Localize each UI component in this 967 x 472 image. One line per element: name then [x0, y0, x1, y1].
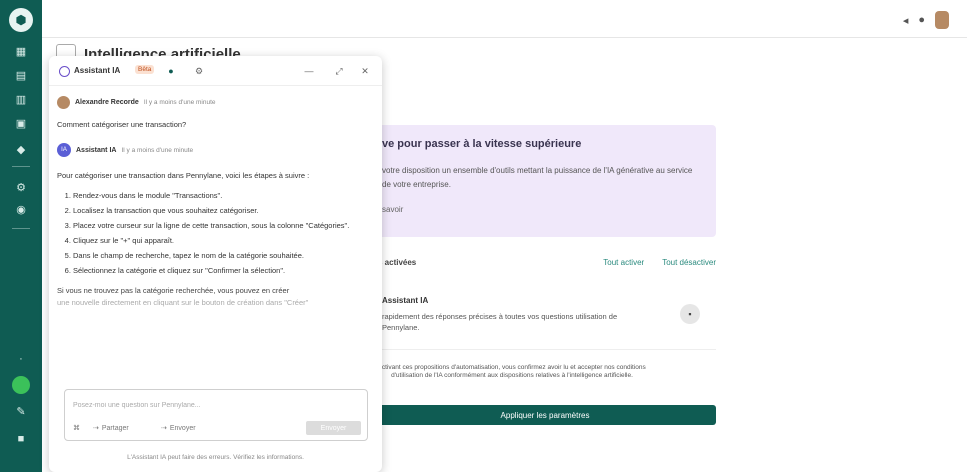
record-tool-label: Envoyer — [169, 424, 196, 432]
promo-body: votre disposition un ensemble d'outils m… — [382, 166, 693, 189]
user-avatar[interactable] — [935, 11, 949, 29]
user-name: Alexandre Recorde — [75, 99, 139, 106]
assistant-feature-card: Assistant IA rapidement des réponses pré… — [374, 282, 716, 350]
integrations-icon[interactable]: ◉ — [12, 200, 30, 218]
user-question: Comment catégoriser une transaction? — [57, 120, 187, 129]
answer-step: Cliquez sur le "+" qui apparaît. — [73, 235, 361, 247]
share-tool-label: Partager — [101, 424, 129, 432]
chat-input[interactable] — [73, 398, 353, 412]
deactivate-all-link[interactable]: Tout désactiver — [662, 258, 716, 267]
user-message-header: Alexandre Recorde Il y a moins d'une min… — [57, 96, 216, 109]
info-icon[interactable]: ● — [165, 65, 177, 77]
feature-description: rapidement des réponses précises à toute… — [382, 312, 618, 332]
chart-icon[interactable]: ◆ — [12, 140, 30, 158]
answer-step: Rendez-vous dans le module "Transactions… — [73, 190, 361, 202]
dashboard-icon[interactable]: ▦ — [12, 42, 30, 60]
edit-icon[interactable]: ✎ — [12, 402, 30, 420]
chat-footnote: L'Assistant IA peut faire des erreurs. V… — [127, 454, 304, 461]
share-tool[interactable]: ⇢ Partager — [93, 424, 129, 433]
feature-name: Assistant IA — [382, 296, 429, 305]
features-header: s activées Tout activer Tout désactiver — [378, 258, 716, 267]
answer-step: Localisez la transaction que vous souhai… — [73, 205, 361, 217]
assistant-avatar: IA — [57, 143, 71, 157]
notification-icon[interactable]: ● — [918, 14, 925, 26]
left-rail: ⬢ ▦ ▤ ▥ ▣ ◆ ⚙ ◉ · ✎ ■ — [0, 0, 42, 472]
rail-divider — [12, 166, 30, 167]
chat-input-box: ⌘ ⇢ Partager ⇢ Envoyer Envoyer — [64, 389, 368, 441]
assistant-answer: Pour catégoriser une transaction dans Pe… — [57, 170, 361, 309]
legal-notice: activant ces propositions d'automatisati… — [378, 364, 646, 379]
answer-followup-faded: une nouvelle directement en cliquant sur… — [57, 298, 309, 307]
settings-icon[interactable]: ⚙ — [12, 178, 30, 196]
minimize-icon[interactable]: — — [303, 65, 315, 77]
assistant-timestamp: Il y a moins d'une minute — [121, 146, 194, 154]
chat-header: Assistant IA Bêta ● ⚙ — ⤢ ✕ — [49, 56, 382, 86]
close-icon[interactable]: ✕ — [359, 65, 371, 77]
answer-intro: Pour catégoriser une transaction dans Pe… — [57, 171, 310, 180]
settings-icon[interactable]: ⚙ — [193, 65, 205, 77]
topbar-tools: ◂ ● — [903, 11, 949, 29]
help-icon[interactable]: · — [12, 350, 30, 368]
assistant-name: Assistant IA — [76, 146, 117, 154]
share-icon[interactable]: ◂ — [903, 14, 909, 27]
bank-icon[interactable]: ▥ — [12, 90, 30, 108]
wallet-icon[interactable]: ▣ — [12, 114, 30, 132]
expand-icon[interactable]: ⤢ — [333, 65, 345, 77]
account-icon[interactable]: ■ — [12, 430, 30, 448]
app-logo[interactable]: ⬢ — [9, 8, 33, 32]
apply-settings-button[interactable]: Appliquer les paramètres — [374, 405, 716, 425]
activate-all-link[interactable]: Tout activer — [603, 258, 644, 267]
ai-message-header: IA Assistant IA Il y a moins d'une minut… — [57, 143, 193, 157]
promo-title: ve pour passer à la vitesse supérieure — [382, 138, 582, 150]
answer-steps: Rendez-vous dans le module "Transactions… — [57, 190, 361, 277]
online-status-icon[interactable] — [12, 376, 30, 394]
answer-step: Dans le champ de recherche, tapez le nom… — [73, 250, 361, 262]
top-bar: ◂ ● — [42, 0, 967, 38]
send-button[interactable]: Envoyer — [306, 421, 361, 435]
answer-step: Placez votre curseur sur la ligne de cet… — [73, 220, 361, 232]
chat-bubble-icon[interactable]: ▪ — [680, 304, 700, 324]
assistant-chat-panel: Assistant IA Bêta ● ⚙ — ⤢ ✕ Alexandre Re… — [49, 56, 382, 472]
promo-card: ve pour passer à la vitesse supérieure v… — [374, 125, 716, 237]
user-avatar — [57, 96, 70, 109]
beta-badge: Bêta — [135, 65, 155, 74]
rail-divider — [12, 228, 30, 229]
documents-icon[interactable]: ▤ — [12, 66, 30, 84]
attach-icon[interactable]: ⌘ — [73, 424, 80, 432]
user-timestamp: Il y a moins d'une minute — [143, 99, 216, 106]
assistant-icon — [59, 66, 70, 77]
answer-followup: Si vous ne trouvez pas la catégorie rech… — [57, 286, 290, 295]
learn-more-link[interactable]: savoir — [382, 205, 403, 214]
features-heading: s activées — [378, 258, 417, 267]
chat-title: Assistant IA — [74, 66, 121, 75]
record-tool[interactable]: ⇢ Envoyer — [161, 424, 196, 433]
answer-step: Sélectionnez la catégorie et cliquez sur… — [73, 265, 361, 277]
